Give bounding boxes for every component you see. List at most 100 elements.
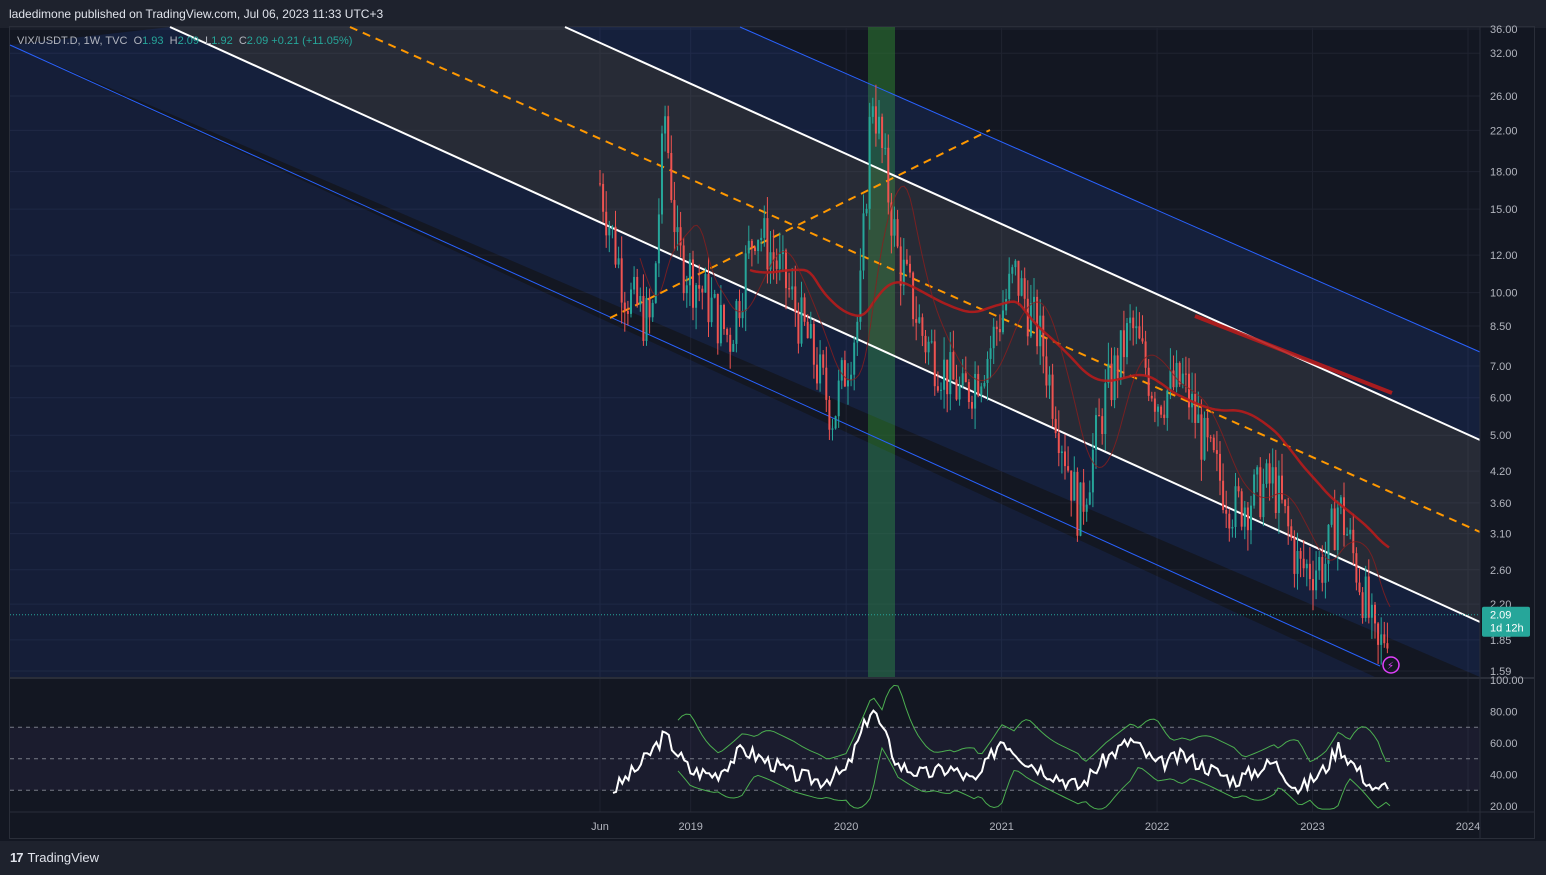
candle-body	[695, 285, 698, 308]
candle-body	[1060, 451, 1063, 454]
candle-body	[825, 367, 828, 400]
rsi-axis-label: 40.00	[1490, 770, 1518, 782]
candle-body	[915, 319, 918, 323]
candle-body	[1222, 480, 1225, 511]
candle-body	[1383, 634, 1386, 644]
candle-body	[1076, 471, 1079, 536]
candle-body	[1153, 398, 1156, 412]
high-value: 2.09	[177, 35, 200, 47]
candle-body	[912, 272, 915, 320]
candle-body	[1067, 466, 1070, 471]
candle-body	[713, 293, 716, 298]
candle-body	[775, 260, 778, 269]
candle-body	[1315, 570, 1318, 591]
candle-body	[812, 324, 815, 365]
candle-body	[1048, 374, 1051, 386]
candle-body	[815, 364, 818, 384]
candle-body	[608, 227, 611, 236]
candle-body	[1370, 604, 1373, 618]
candle-body	[1091, 449, 1094, 493]
candle-body	[1141, 338, 1144, 342]
candle-body	[1280, 475, 1283, 500]
candle-body	[1333, 508, 1336, 550]
footer-bar	[0, 841, 1546, 875]
price-axis-label: 22.00	[1490, 125, 1518, 137]
candle-body	[1079, 482, 1082, 536]
candle-body	[1070, 470, 1073, 501]
candle-body	[865, 208, 868, 214]
candle-body	[1249, 505, 1252, 531]
change-value: +0.21 (+11.05%)	[271, 35, 353, 47]
candle-body	[670, 152, 673, 201]
candle-body	[1361, 592, 1364, 619]
candle-body	[998, 329, 1001, 333]
candle-body	[676, 227, 679, 233]
time-axis-label: 2020	[834, 821, 858, 833]
candle-body	[893, 219, 896, 236]
candle-body	[800, 297, 803, 344]
candle-body	[642, 296, 645, 341]
candle-body	[747, 240, 750, 254]
candle-body	[623, 302, 626, 312]
candle-body	[685, 285, 688, 294]
candle-body	[645, 298, 648, 341]
candle-body	[884, 147, 887, 149]
candle-body	[633, 276, 636, 290]
candle-body	[1386, 643, 1389, 649]
time-axis-label: 2023	[1300, 821, 1324, 833]
candle-body	[1302, 558, 1305, 569]
candle-body	[605, 211, 608, 236]
candle-body	[1290, 526, 1293, 538]
price-axis-label: 8.50	[1490, 321, 1511, 333]
candle-body	[1209, 437, 1212, 439]
candle-body	[1305, 563, 1308, 569]
close-label: C	[238, 35, 247, 47]
price-axis-label: 26.00	[1490, 91, 1518, 103]
candle-body	[1156, 406, 1159, 412]
candle-body	[1135, 326, 1138, 329]
candle-body	[936, 386, 939, 391]
candle-body	[1268, 463, 1271, 484]
candle-body	[722, 304, 725, 330]
candle-body	[958, 385, 961, 400]
price-axis-label: 18.00	[1490, 167, 1518, 179]
candle-body	[809, 324, 812, 339]
candle-body	[896, 219, 899, 247]
candle-body	[1020, 278, 1023, 296]
candle-body	[1299, 550, 1302, 559]
candle-body	[729, 334, 732, 352]
candle-body	[1039, 315, 1042, 347]
candle-body	[710, 297, 713, 323]
symbol-name: VIX/USDT.D, 1W, TVC	[17, 35, 128, 47]
candle-body	[1364, 576, 1367, 619]
candle-body	[651, 302, 654, 318]
candle-body	[1277, 475, 1280, 513]
candle-body	[1240, 491, 1243, 527]
candle-body	[1073, 471, 1076, 501]
candle-body	[735, 301, 738, 344]
chart-canvas[interactable]: 36.00 32.00 26.00 22.00 18.00 15.00 12.00 10.00…	[0, 0, 1546, 875]
candle-body	[992, 326, 995, 349]
candle-body	[1293, 537, 1296, 574]
candle-body	[918, 317, 921, 323]
candle-body	[1346, 534, 1349, 536]
symbol-legend[interactable]: VIX/USDT.D, 1W, TVC O1.93 H2.09 L1.92 C2…	[17, 35, 352, 47]
candle-body	[1203, 417, 1206, 460]
candle-body	[967, 382, 970, 403]
tradingview-brand[interactable]: 17 TradingView	[10, 850, 99, 865]
candle-body	[602, 183, 605, 212]
candle-body	[766, 218, 769, 270]
candle-body	[1380, 634, 1383, 645]
candle-body	[1212, 437, 1215, 451]
candle-body	[778, 254, 781, 269]
candle-body	[803, 297, 806, 322]
candle-body	[1169, 370, 1172, 391]
time-axis-label: 2022	[1145, 821, 1169, 833]
candle-body	[1243, 507, 1246, 527]
candle-body	[744, 253, 747, 311]
tradingview-logo-icon: 17	[10, 850, 24, 865]
price-axis-label: 15.00	[1490, 204, 1518, 216]
candle-body	[1218, 453, 1221, 481]
candle-body	[905, 259, 908, 264]
candle-body	[933, 341, 936, 387]
